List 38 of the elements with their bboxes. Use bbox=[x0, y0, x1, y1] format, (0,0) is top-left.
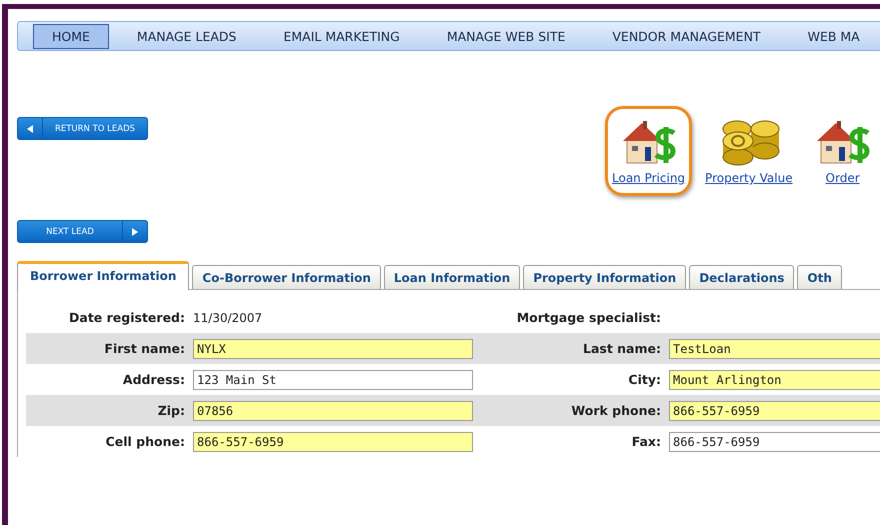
form-tab[interactable]: Declarations bbox=[689, 265, 794, 289]
field-label: Cell phone: bbox=[104, 434, 185, 449]
input-field[interactable]: Mount Arlington bbox=[669, 370, 880, 390]
nav-tab[interactable]: VENDOR MANAGEMENT bbox=[593, 24, 780, 48]
input-field[interactable]: TestLoan bbox=[669, 338, 880, 358]
field-label: City: bbox=[627, 372, 661, 387]
input-field[interactable]: 123 Main St bbox=[193, 370, 473, 390]
input-field[interactable]: 866-557-6959 bbox=[193, 432, 473, 452]
form-tab[interactable]: Borrower Information bbox=[17, 261, 190, 290]
field-label: First name: bbox=[103, 341, 185, 356]
field-label: Zip: bbox=[156, 403, 185, 418]
input-field[interactable]: 866-557-6959 bbox=[669, 400, 880, 420]
input-field[interactable]: 07856 bbox=[193, 400, 473, 420]
date-value: 11/30/2007 bbox=[193, 310, 264, 324]
field-label: Address: bbox=[122, 372, 185, 387]
form-tab[interactable]: Oth bbox=[797, 265, 842, 289]
form-tab[interactable]: Co-Borrower Information bbox=[192, 265, 381, 289]
field-label: Date registered: bbox=[68, 310, 185, 325]
field-label: Last name: bbox=[582, 341, 661, 356]
tool-link[interactable]: Loan Pricing bbox=[605, 106, 692, 196]
field-label: Work phone: bbox=[570, 403, 661, 418]
next-lead-button[interactable]: NEXT LEAD bbox=[17, 220, 148, 243]
nav-tab[interactable]: HOME bbox=[33, 24, 109, 48]
field-label: Mortgage specialist: bbox=[516, 310, 661, 325]
nav-tab[interactable]: WEB MA bbox=[788, 24, 879, 48]
form-tab[interactable]: Loan Information bbox=[384, 265, 520, 289]
input-field[interactable]: 866-557-6959 bbox=[669, 432, 880, 452]
tool-link[interactable]: Property Value bbox=[698, 106, 800, 196]
form-tab[interactable]: Property Information bbox=[523, 265, 686, 289]
nav-tab[interactable]: EMAIL MARKETING bbox=[264, 24, 419, 48]
input-field[interactable]: NYLX bbox=[193, 338, 473, 358]
nav-tab[interactable]: MANAGE LEADS bbox=[118, 24, 256, 48]
nav-tab[interactable]: MANAGE WEB SITE bbox=[428, 24, 584, 48]
right-arrow-icon bbox=[132, 228, 138, 236]
field-label: Fax: bbox=[630, 434, 661, 449]
tool-link[interactable]: Order bbox=[806, 106, 880, 196]
return-to-leads-button[interactable]: RETURN TO LEADS bbox=[17, 117, 148, 140]
left-arrow-icon bbox=[27, 124, 33, 132]
